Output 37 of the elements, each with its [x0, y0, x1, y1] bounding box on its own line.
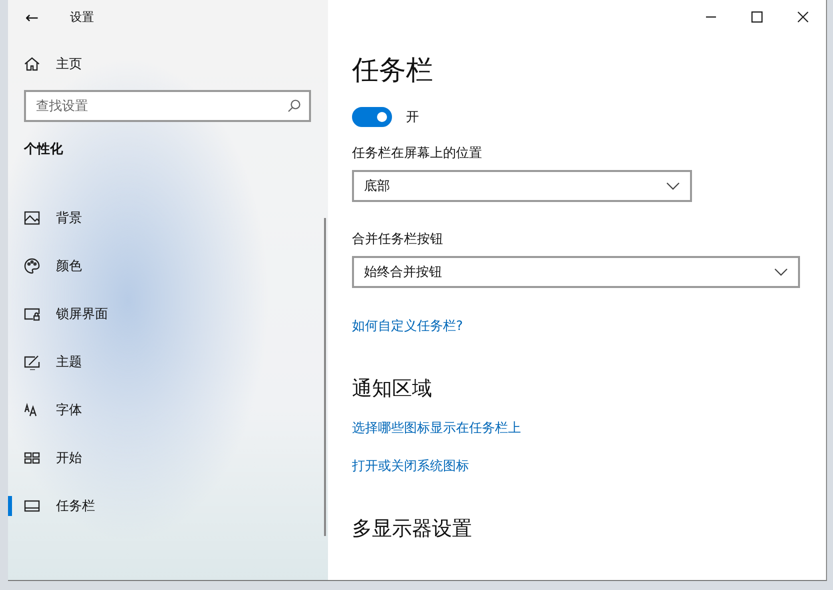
back-button[interactable]: ←: [8, 8, 56, 26]
dropdown[interactable]: 始终合并按钮: [352, 256, 800, 288]
chevron-down-icon: [666, 182, 680, 190]
scrollbar[interactable]: [324, 218, 326, 536]
link[interactable]: 如何自定义任务栏?: [352, 318, 463, 336]
picture-icon: [24, 210, 40, 226]
start-tiles-icon: [24, 450, 40, 466]
sidebar-item[interactable]: 任务栏: [8, 482, 320, 530]
toggle-switch[interactable]: [352, 107, 392, 127]
sidebar-item[interactable]: 锁屏界面: [8, 290, 320, 338]
sidebar-item[interactable]: 主题: [8, 338, 320, 386]
brush-monitor-icon: [24, 354, 40, 370]
section-heading: 个性化: [23, 141, 64, 158]
maximize-icon: [751, 11, 763, 23]
sidebar-item[interactable]: 颜色: [8, 242, 320, 290]
field-label: 合并任务栏按钮: [352, 231, 443, 248]
close-icon: [797, 11, 809, 23]
link[interactable]: 选择哪些图标显示在任务栏上: [352, 420, 521, 438]
link[interactable]: 打开或关闭系统图标: [352, 458, 469, 476]
sidebar-item[interactable]: 背景: [8, 194, 320, 242]
home-link[interactable]: 主页: [8, 40, 320, 88]
field-label: 任务栏在屏幕上的位置: [352, 145, 482, 162]
search-field[interactable]: 查找设置: [24, 90, 311, 122]
chevron-down-icon: [774, 268, 788, 276]
dropdown[interactable]: 底部: [352, 170, 692, 202]
sidebar-item[interactable]: 开始: [8, 434, 320, 482]
page-title: 任务栏: [352, 54, 433, 88]
window-title: 设置: [70, 8, 94, 26]
sidebar-item[interactable]: 字体: [8, 386, 320, 434]
toggle-label: 开: [406, 109, 419, 126]
search-icon: [287, 99, 301, 113]
taskbar-icon: [24, 498, 40, 514]
screen-lock-icon: [24, 306, 40, 322]
section-heading: 多显示器设置: [352, 515, 472, 542]
palette-icon: [24, 258, 40, 274]
home-icon: [24, 56, 40, 72]
section-heading: 通知区域: [352, 375, 432, 402]
